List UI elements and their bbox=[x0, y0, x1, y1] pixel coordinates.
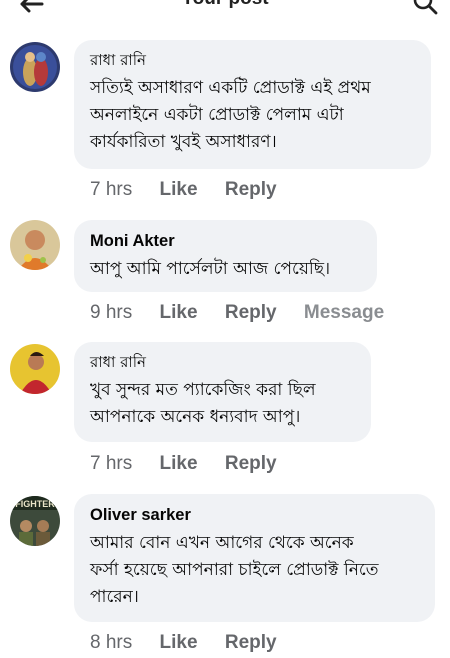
comment-author[interactable]: রাধা রানি bbox=[90, 351, 355, 373]
comment-actions: 7 hrs Like Reply bbox=[90, 179, 299, 205]
comment-author[interactable]: Oliver sarker bbox=[90, 504, 419, 526]
avatar[interactable] bbox=[10, 344, 60, 394]
comment-bubble: Oliver sarker আমার বোন এখন আগের থেকে অনে… bbox=[74, 494, 435, 622]
comment-text: সত্যিই অসাধারণ একটি প্রোডাক্ট এই প্রথম অ… bbox=[90, 78, 371, 152]
like-button[interactable]: Like bbox=[160, 302, 198, 323]
comment-time: 9 hrs bbox=[90, 302, 133, 323]
comment-time: 7 hrs bbox=[90, 179, 133, 200]
avatar-text: FIGHTER bbox=[15, 499, 55, 509]
comment-actions: 8 hrs Like Reply bbox=[90, 632, 299, 658]
search-icon[interactable] bbox=[412, 0, 440, 20]
comment-bubble: রাধা রানি খুব সুন্দর মত প্যাকেজিং করা ছি… bbox=[74, 342, 371, 442]
like-button[interactable]: Like bbox=[160, 179, 198, 200]
avatar[interactable] bbox=[10, 42, 60, 92]
page-title: Your post bbox=[0, 0, 450, 10]
comment-text: আমার বোন এখন আগের থেকে অনেক ফর্সা হয়েছে… bbox=[90, 533, 379, 607]
reply-button[interactable]: Reply bbox=[225, 179, 277, 200]
like-button[interactable]: Like bbox=[160, 453, 198, 474]
post-header: Your post bbox=[0, 0, 450, 22]
comment-bubble: Moni Akter আপু আমি পার্সেলটা আজ পেয়েছি। bbox=[74, 220, 377, 292]
comment-author[interactable]: রাধা রানি bbox=[90, 49, 415, 71]
comment-author[interactable]: Moni Akter bbox=[90, 230, 361, 252]
comment-text: আপু আমি পার্সেলটা আজ পেয়েছি। bbox=[90, 259, 331, 279]
avatar[interactable] bbox=[10, 220, 60, 270]
avatar[interactable]: FIGHTER bbox=[10, 496, 60, 546]
comment-actions: 9 hrs Like Reply Message bbox=[90, 302, 406, 328]
message-button[interactable]: Message bbox=[304, 302, 384, 323]
reply-button[interactable]: Reply bbox=[225, 302, 277, 323]
comment-time: 7 hrs bbox=[90, 453, 133, 474]
comment-bubble: রাধা রানি সত্যিই অসাধারণ একটি প্রোডাক্ট … bbox=[74, 40, 431, 169]
comment-text: খুব সুন্দর মত প্যাকেজিং করা ছিল আপনাকে অ… bbox=[90, 380, 316, 427]
comment-actions: 7 hrs Like Reply bbox=[90, 453, 299, 479]
reply-button[interactable]: Reply bbox=[225, 453, 277, 474]
